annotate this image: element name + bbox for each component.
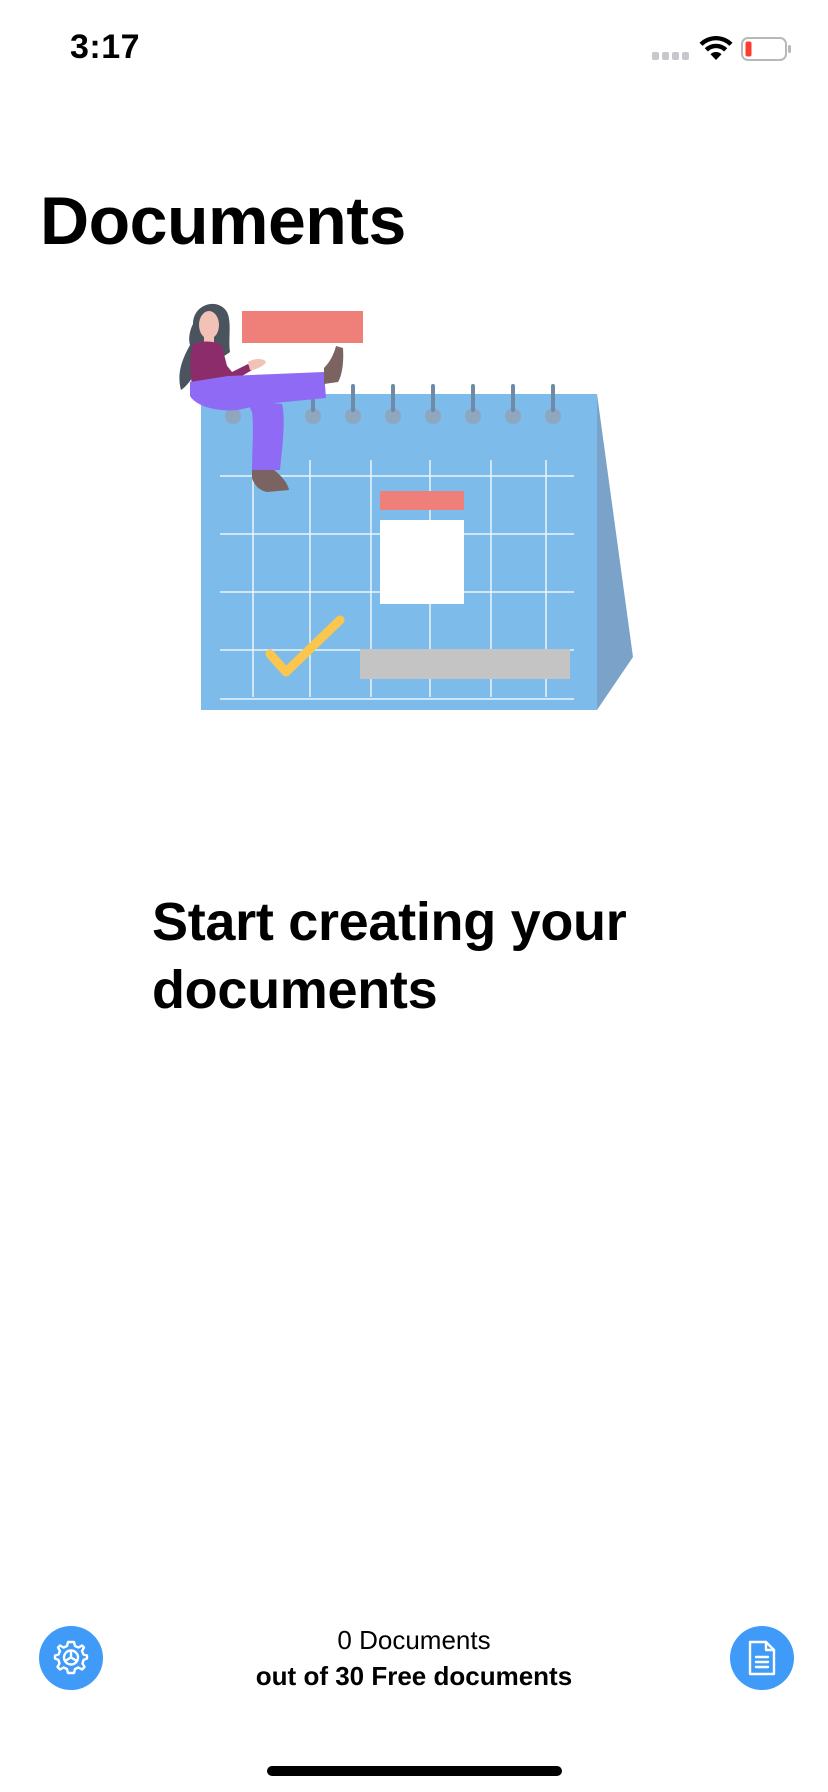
document-count-label: 0 Documents [337,1625,491,1655]
status-bar: 3:17 [0,0,828,100]
home-indicator[interactable] [267,1766,562,1776]
held-banner [242,311,363,343]
battery-icon [741,37,791,61]
calendar-woman-illustration [179,303,633,710]
status-time: 3:17 [70,28,141,66]
empty-state-heading: Start creating your documents [152,892,627,1020]
settings-button[interactable] [39,1626,103,1690]
calendar-date-header [380,491,464,510]
page-title: Documents [40,183,406,259]
calendar-date-card [380,520,464,604]
free-limit-label: out of 30 Free documents [255,1661,573,1691]
document-icon [748,1640,776,1676]
documents-screen: 3:17 Documents Start creating your docum… [0,0,828,1792]
new-document-button[interactable] [730,1626,794,1690]
calendar-side [597,394,633,710]
wifi-icon [699,36,733,60]
gear-icon [53,1640,89,1675]
calendar-event-bar [360,649,570,679]
document-count: 0 Documents out of 30 Free documents [214,1622,614,1694]
cellular-signal-icon [652,52,692,62]
